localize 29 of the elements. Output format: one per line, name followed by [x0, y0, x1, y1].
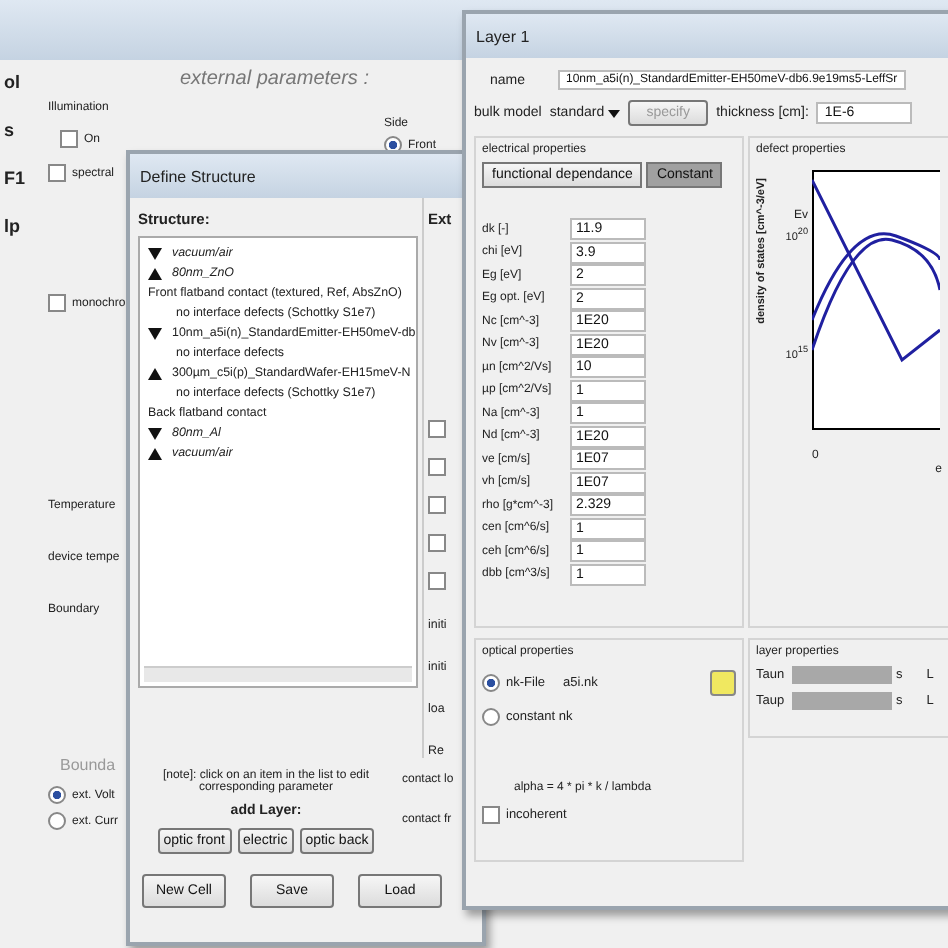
side-label: s	[4, 120, 15, 140]
radio-button[interactable]	[48, 786, 66, 804]
checkbox[interactable]	[48, 294, 66, 312]
radio-button[interactable]	[48, 812, 66, 830]
side-label: ol	[4, 72, 20, 92]
checkbox[interactable]	[482, 806, 500, 824]
radio-button[interactable]	[482, 674, 500, 692]
up-triangle-icon	[148, 267, 162, 279]
side-label: lp	[4, 216, 20, 236]
up-triangle-icon	[148, 367, 162, 379]
checkbox[interactable]	[60, 130, 78, 148]
checkbox[interactable]	[428, 496, 446, 514]
window-title: Define Structure	[140, 167, 256, 185]
down-triangle-icon	[148, 427, 162, 439]
checkbox[interactable]	[428, 572, 446, 590]
checkbox[interactable]	[428, 534, 446, 552]
checkbox[interactable]	[428, 420, 446, 438]
down-triangle-icon	[148, 247, 162, 259]
up-triangle-icon	[148, 447, 162, 459]
section-heading: external parameters :	[180, 68, 369, 90]
group-subtitle: Bounda	[60, 756, 116, 774]
window-title: Layer 1	[476, 27, 530, 45]
color-swatch[interactable]	[710, 670, 736, 696]
checkbox[interactable]	[48, 164, 66, 182]
side-label: F1	[4, 168, 26, 188]
down-triangle-icon	[148, 327, 162, 339]
caret-icon[interactable]	[608, 109, 621, 117]
radio-button[interactable]	[482, 708, 500, 726]
checkbox[interactable]	[428, 458, 446, 476]
